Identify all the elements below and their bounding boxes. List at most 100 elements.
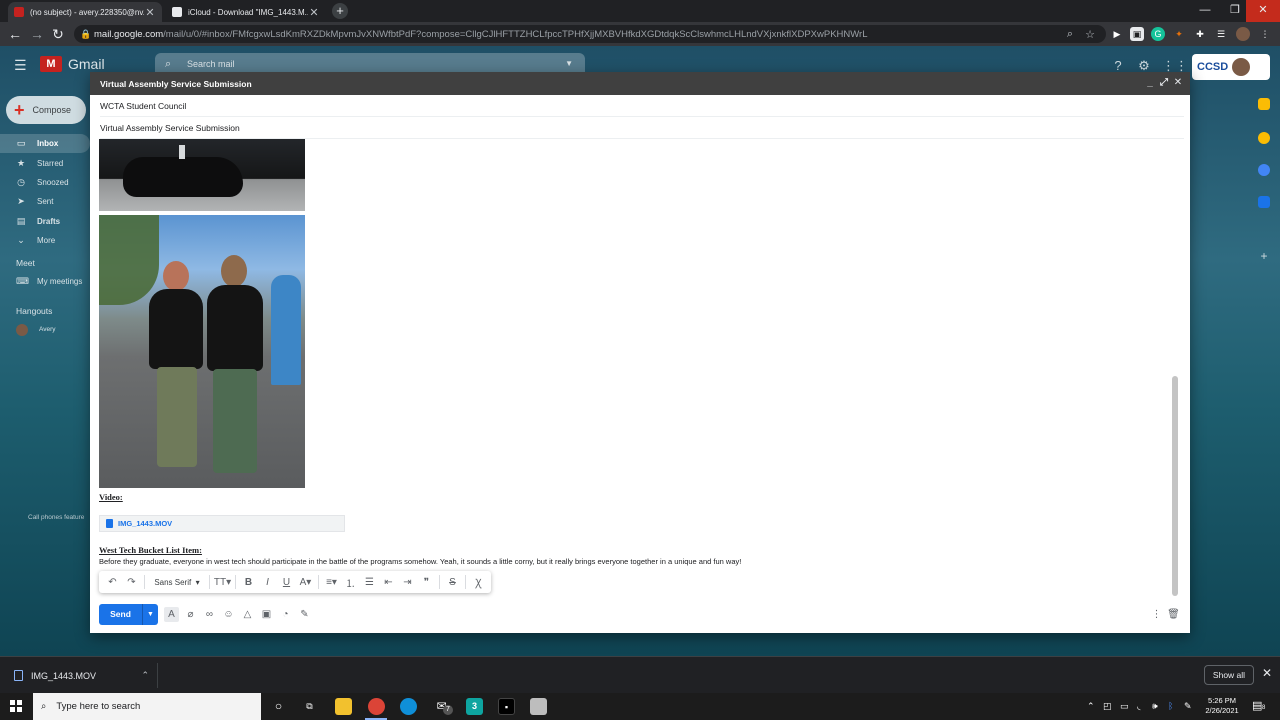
app-3-icon[interactable]: 3 [466,698,483,715]
search-options-icon[interactable]: ▼ [565,59,573,68]
show-hidden-icons[interactable]: ⌃ [1087,701,1095,712]
recipient-chip[interactable]: WCTA Student Council [100,101,186,111]
minimize-compose-icon[interactable]: _ [1144,77,1156,88]
remove-formatting-icon[interactable]: Ꭓ [469,571,488,593]
close-compose-icon[interactable]: ✕ [1172,77,1184,88]
sidebar-item-snoozed[interactable]: ◷ Snoozed [0,173,90,192]
font-family-select[interactable]: Sans Serif ▾ [148,571,206,593]
chrome-icon[interactable] [368,698,385,715]
profile-avatar[interactable] [1236,27,1250,41]
compose-scrollbar[interactable] [1172,376,1178,596]
insert-photo-icon[interactable]: ▣ [259,607,274,622]
undo-icon[interactable]: ↶ [103,571,122,593]
back-icon[interactable]: ← [6,25,24,43]
account-badge[interactable]: CCSD [1192,54,1270,80]
attach-file-icon[interactable]: ⌀ [183,607,198,622]
underline-icon[interactable]: U [277,571,296,593]
tab-icloud[interactable]: iCloud - Download "IMG_1443.M... ✕ [166,2,326,22]
reading-list-icon[interactable]: ☰ [1214,27,1228,41]
extension-cast-icon[interactable]: ▶ [1110,27,1124,41]
send-button[interactable]: Send ▼ [99,604,158,625]
redo-icon[interactable]: ↷ [122,571,141,593]
compose-button[interactable]: + Compose [6,96,86,124]
insert-link-icon[interactable]: ∞ [202,607,217,622]
windows-start-icon[interactable] [10,700,22,712]
tasks-icon[interactable] [1258,164,1270,176]
contacts-icon[interactable] [1258,196,1270,208]
indent-more-icon[interactable]: ⇥ [398,571,417,593]
dropbox-icon[interactable]: ◰ [1103,701,1112,712]
font-size-icon[interactable]: TT▾ [213,571,232,593]
extension-box-icon[interactable]: ▣ [1130,27,1144,41]
cortana-icon[interactable]: ○ [270,698,287,715]
sidebar-item-drafts[interactable]: ▤ Drafts [0,212,90,231]
get-addons-icon[interactable]: + [1258,250,1270,262]
main-menu-icon[interactable]: ☰ [14,58,30,72]
inline-photo-1[interactable] [99,139,305,211]
bulleted-list-icon[interactable]: ☰ [360,571,379,593]
close-tab-icon[interactable]: ✕ [144,6,156,19]
quote-icon[interactable]: ❞ [417,571,436,593]
edge-icon[interactable] [400,698,417,715]
search-icon[interactable]: ⌕ [1060,28,1080,41]
minimize-icon[interactable]: — [1188,0,1222,22]
insert-drive-icon[interactable]: △ [240,607,255,622]
schedule-send-dropdown-icon[interactable]: ▼ [143,604,158,625]
forward-icon[interactable]: → [28,25,46,43]
more-options-icon[interactable]: ⋮ [1149,607,1164,622]
bluetooth-icon[interactable]: ᛒ [1168,701,1173,711]
subject-field[interactable]: Virtual Assembly Service Submission [100,117,1184,139]
battery-icon[interactable]: ▭ [1120,701,1129,712]
hangouts-user[interactable]: Avery [0,320,90,339]
new-tab-button[interactable]: + [332,3,348,19]
formatting-options-icon[interactable]: A [164,607,179,622]
task-view-icon[interactable]: ⧉ [301,698,318,715]
download-item[interactable]: IMG_1443.MOV ⌃ [8,663,158,688]
close-tab-icon[interactable]: ✕ [308,6,320,19]
chevron-up-icon[interactable]: ⌃ [141,670,149,681]
chrome-menu-icon[interactable]: ⋮ [1258,27,1272,41]
to-field[interactable]: WCTA Student Council [100,95,1184,117]
message-body[interactable]: Video: IMG_1443.MOV West Tech Bucket Lis… [99,139,1174,571]
extensions-puzzle-icon[interactable]: ✚ [1193,27,1207,41]
tab-gmail[interactable]: (no subject) - avery.228350@nv... ✕ [8,2,162,22]
numbered-list-icon[interactable]: ⒈ [341,571,360,593]
wifi-icon[interactable]: ◟ [1137,701,1141,712]
roblox-icon[interactable] [530,698,547,715]
insert-signature-icon[interactable]: ✎ [297,607,312,622]
italic-icon[interactable]: I [258,571,277,593]
calendar-icon[interactable] [1258,98,1270,110]
extension-arrow-icon[interactable]: ✦ [1172,27,1186,41]
bookmark-star-icon[interactable]: ☆ [1080,28,1100,41]
app-black-icon[interactable]: ▪ [498,698,515,715]
volume-icon[interactable]: 🕪 [1152,701,1158,712]
close-window-icon[interactable]: ✕ [1246,0,1280,22]
indent-less-icon[interactable]: ⇤ [379,571,398,593]
taskbar-search-input[interactable]: ⌕ Type here to search [33,693,261,720]
my-meetings-item[interactable]: ⌨ My meetings [0,272,90,291]
align-icon[interactable]: ≡▾ [322,571,341,593]
pen-icon[interactable]: ✎ [1184,701,1192,712]
attachment-name[interactable]: IMG_1443.MOV [118,519,172,528]
sidebar-item-inbox[interactable]: ▭ Inbox [0,134,90,154]
text-color-icon[interactable]: A▾ [296,571,315,593]
attachment-chip[interactable]: IMG_1443.MOV [99,515,345,532]
strikethrough-icon[interactable]: S [443,571,462,593]
close-downloads-icon[interactable]: ✕ [1262,666,1272,680]
sidebar-item-sent[interactable]: ➤ Sent [0,192,90,211]
sidebar-item-more[interactable]: ⌄ More [0,231,90,250]
file-explorer-icon[interactable] [335,698,352,715]
extension-grammarly-icon[interactable]: G [1151,27,1165,41]
taskbar-clock[interactable]: 5:26 PM 2/26/2021 [1196,696,1248,716]
confidential-mode-icon[interactable]: ◔ [278,607,293,622]
notifications-icon[interactable]: ▤ [1252,699,1262,712]
inline-photo-2[interactable] [99,215,305,488]
reload-icon[interactable]: ↻ [49,25,67,43]
show-all-button[interactable]: Show all [1204,665,1254,685]
discard-draft-icon[interactable]: 🗑 [1166,607,1181,622]
insert-emoji-icon[interactable]: ☺ [221,607,236,622]
gmail-logo[interactable]: M Gmail [40,56,105,72]
bold-icon[interactable]: B [239,571,258,593]
sidebar-item-starred[interactable]: ★ Starred [0,153,90,172]
keep-icon[interactable] [1258,132,1270,144]
